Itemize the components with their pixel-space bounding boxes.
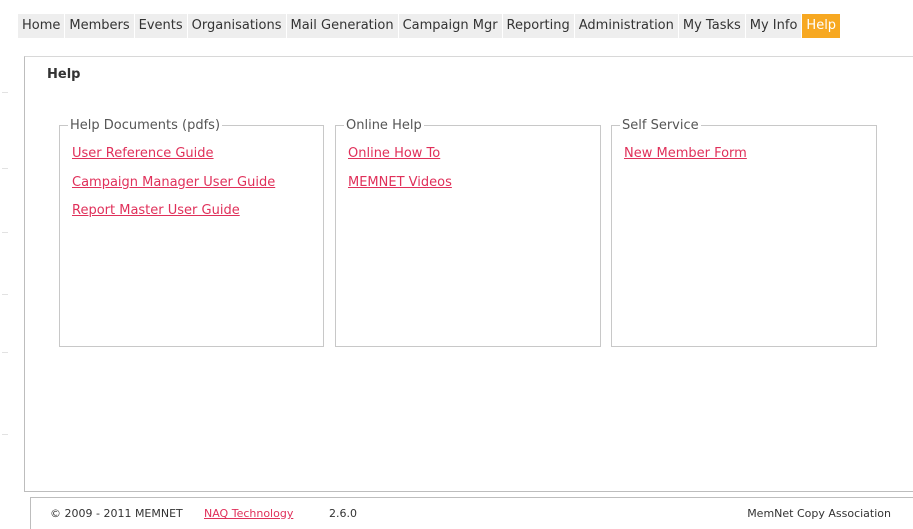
nav-item-reporting[interactable]: Reporting	[502, 14, 574, 38]
user-reference-guide-link[interactable]: User Reference Guide	[72, 146, 275, 162]
online-how-to-link[interactable]: Online How To	[348, 146, 452, 162]
main-nav: Home Members Events Organisations Mail G…	[18, 14, 913, 38]
nav-item-my-info[interactable]: My Info	[745, 14, 802, 38]
nav-item-home[interactable]: Home	[18, 14, 65, 38]
nav-item-my-tasks[interactable]: My Tasks	[678, 14, 745, 38]
nav-item-organisations[interactable]: Organisations	[187, 14, 286, 38]
divider	[2, 434, 8, 435]
divider	[2, 168, 8, 169]
footer: © 2009 - 2011 MEMNET NAQ Technology 2.6.…	[30, 497, 913, 529]
company-link[interactable]: NAQ Technology	[204, 507, 293, 520]
memnet-videos-link[interactable]: MEMNET Videos	[348, 175, 452, 191]
page-title: Help	[47, 67, 81, 82]
campaign-manager-user-guide-link[interactable]: Campaign Manager User Guide	[72, 175, 275, 191]
online-help-section: Online Help Online How To MEMNET Videos	[335, 118, 601, 347]
help-documents-section: Help Documents (pdfs) User Reference Gui…	[59, 118, 324, 347]
section-title: Online Help	[344, 118, 424, 134]
main-panel: Help Help Documents (pdfs) User Referenc…	[24, 56, 913, 492]
new-member-form-link[interactable]: New Member Form	[624, 146, 747, 162]
nav-item-campaign-mgr[interactable]: Campaign Mgr	[398, 14, 502, 38]
nav-item-members[interactable]: Members	[65, 14, 134, 38]
divider	[2, 92, 8, 93]
divider	[2, 352, 8, 353]
nav-item-help[interactable]: Help	[802, 14, 841, 38]
copyright-text: © 2009 - 2011 MEMNET	[50, 507, 183, 520]
link-list: Online How To MEMNET Videos	[348, 146, 452, 203]
report-master-user-guide-link[interactable]: Report Master User Guide	[72, 203, 275, 219]
version-text: 2.6.0	[329, 507, 357, 520]
association-name: MemNet Copy Association	[747, 507, 891, 520]
left-strip	[0, 0, 10, 529]
section-title: Self Service	[620, 118, 701, 134]
nav-item-events[interactable]: Events	[134, 14, 187, 38]
link-list: New Member Form	[624, 146, 747, 175]
nav-item-administration[interactable]: Administration	[574, 14, 678, 38]
divider	[2, 294, 8, 295]
link-list: User Reference Guide Campaign Manager Us…	[72, 146, 275, 232]
nav-item-mail-generation[interactable]: Mail Generation	[286, 14, 398, 38]
divider	[2, 232, 8, 233]
section-title: Help Documents (pdfs)	[68, 118, 223, 134]
app-page: Home Members Events Organisations Mail G…	[0, 0, 913, 529]
self-service-section: Self Service New Member Form	[611, 118, 877, 347]
